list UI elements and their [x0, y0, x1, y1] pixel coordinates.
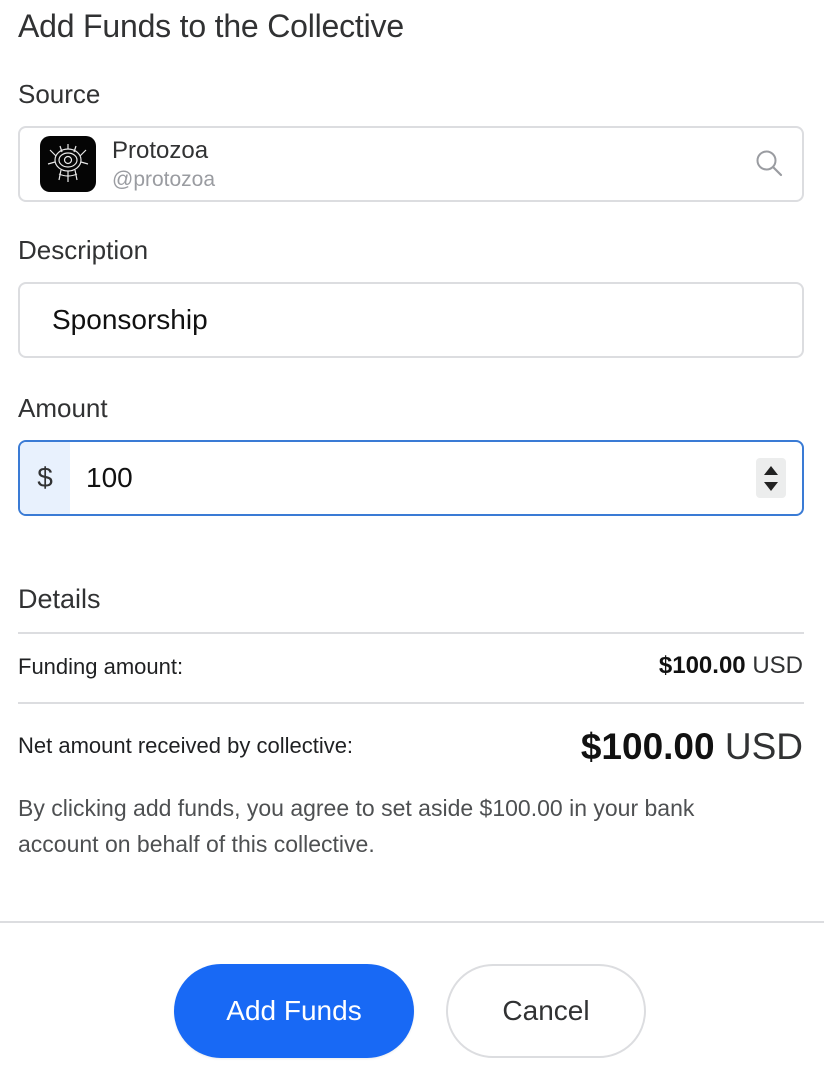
description-label: Description [18, 235, 149, 265]
funding-amount-label: Funding amount: [18, 654, 184, 679]
funding-notice: By clicking add funds, you agree to set … [18, 795, 695, 857]
account-handle: @protozoa [112, 168, 216, 191]
details-heading: Details [18, 584, 101, 614]
funding-currency: USD [752, 652, 803, 679]
source-label: Source [18, 79, 101, 109]
add-funds-button[interactable]: Add Funds [174, 964, 414, 1058]
net-amount-value: $100.00 USD [581, 726, 803, 768]
source-picker[interactable]: Protozoa @protozoa [18, 126, 804, 202]
amount-label: Amount [18, 393, 108, 423]
amount-field[interactable]: $ 100 [18, 440, 804, 516]
stepper-up-icon[interactable] [764, 466, 778, 475]
net-currency: USD [724, 726, 803, 767]
amount-value: 100 [86, 462, 133, 493]
net-amount-label: Net amount received by collective: [18, 733, 354, 758]
stepper-down-icon[interactable] [764, 482, 778, 491]
footer-divider [0, 921, 824, 923]
amount-stepper[interactable] [756, 458, 786, 498]
divider [18, 632, 804, 634]
account-avatar [40, 136, 96, 192]
account-name: Protozoa [112, 137, 209, 164]
currency-prefix: $ [20, 442, 70, 514]
funding-amount-value: $100.00 USD [659, 652, 803, 680]
description-value: Sponsorship [52, 304, 208, 335]
add-funds-modal: Add Funds to the Collective Source Proto… [0, 0, 824, 1082]
divider [18, 702, 804, 704]
cancel-button[interactable]: Cancel [446, 964, 646, 1058]
search-icon[interactable] [754, 148, 784, 178]
net-amount: $100.00 [580, 726, 715, 767]
funding-amount: $100.00 [658, 652, 746, 679]
description-field[interactable]: Sponsorship [18, 282, 804, 358]
modal-title: Add Funds to the Collective [18, 8, 404, 44]
